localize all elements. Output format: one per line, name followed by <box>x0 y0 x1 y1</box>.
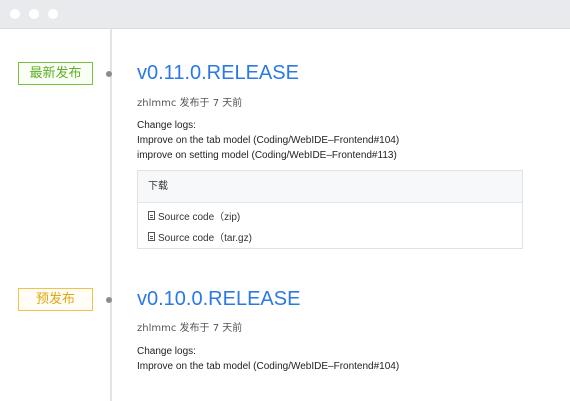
changelog-entry: improve on setting model (Coding/WebIDE–… <box>137 150 397 161</box>
latest-release-badge: 最新发布 <box>18 62 93 85</box>
release-meta: zhlmmc 发布于 7 天前 <box>137 323 243 334</box>
release-meta: zhlmmc 发布于 7 天前 <box>137 98 243 109</box>
timeline-node <box>106 71 112 77</box>
prerelease-badge: 预发布 <box>18 288 93 311</box>
file-tar-icon <box>148 232 155 241</box>
timeline-node <box>106 297 112 303</box>
download-tar-link[interactable]: Source code（tar.gz) <box>148 229 252 244</box>
window-titlebar <box>0 0 570 29</box>
downloads-panel: 下载 Source code（zip) Source code（tar.gz) <box>137 170 523 249</box>
window-minimize-button[interactable] <box>29 9 39 19</box>
release-version-link[interactable]: v0.10.0.RELEASE <box>137 288 300 311</box>
release-changelog: Change logs: Improve on the tab model (C… <box>137 344 399 374</box>
changelog-entry: Improve on the tab model (Coding/WebIDE–… <box>137 361 400 372</box>
changelog-title: Change logs: <box>137 120 196 131</box>
window-maximize-button[interactable] <box>48 9 58 19</box>
download-zip-label: Source code（zip) <box>158 212 241 223</box>
file-zip-icon <box>148 211 155 220</box>
timeline-line <box>110 29 112 401</box>
changelog-entry: Improve on the tab model (Coding/WebIDE–… <box>137 135 400 146</box>
downloads-header: 下载 <box>138 171 522 203</box>
download-tar-label: Source code（tar.gz) <box>158 233 252 244</box>
changelog-title: Change logs: <box>137 346 196 357</box>
window-close-button[interactable] <box>10 9 20 19</box>
release-version-link[interactable]: v0.11.0.RELEASE <box>137 62 299 85</box>
release-changelog: Change logs: Improve on the tab model (C… <box>137 118 399 163</box>
download-zip-link[interactable]: Source code（zip) <box>148 208 240 223</box>
